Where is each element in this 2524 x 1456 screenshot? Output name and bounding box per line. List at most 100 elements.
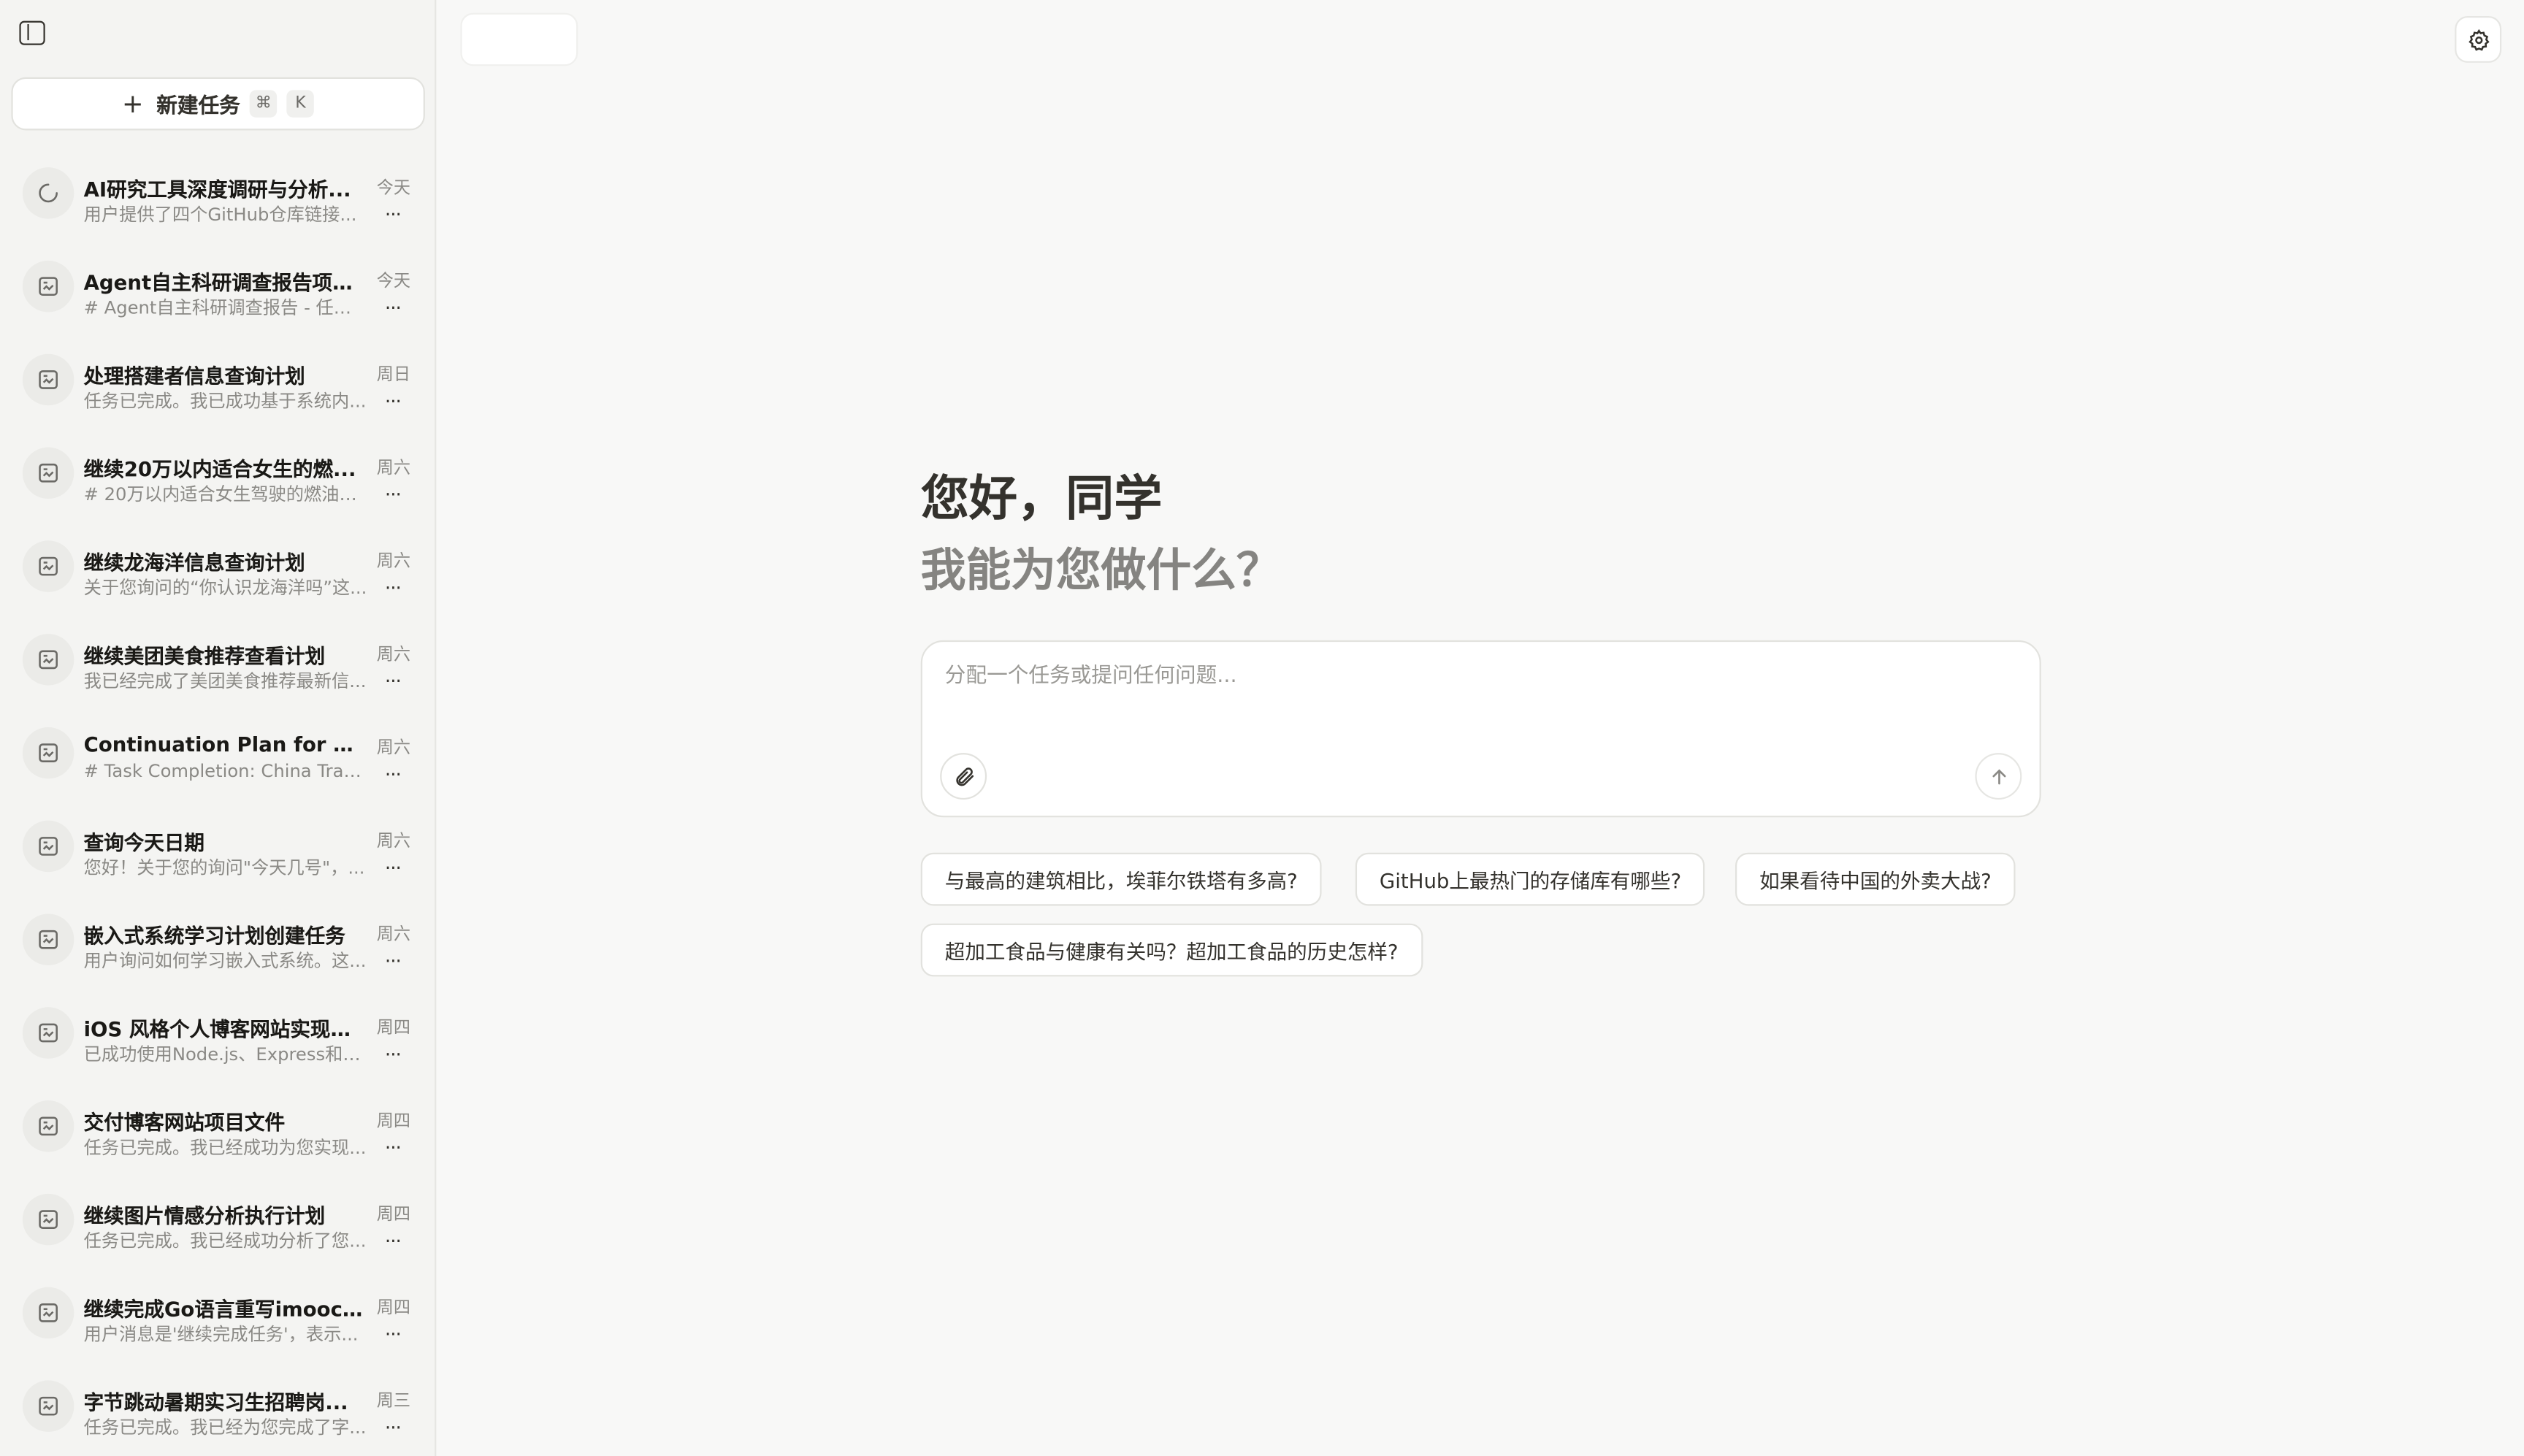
- top-placeholder-pill[interactable]: [460, 12, 578, 66]
- greeting-title: 您好，同学: [920, 471, 1163, 528]
- task-item[interactable]: 交付博客网站项目文件 任务已完成。我已经成功为您实现... 周四...: [0, 1084, 435, 1178]
- task-date: 今天: [376, 272, 411, 291]
- task-subtitle: 用户提供了四个GitHub仓库链接...: [83, 204, 357, 226]
- more-options-button[interactable]: ...: [385, 851, 402, 874]
- task-date: 周六: [376, 458, 411, 478]
- task-date: 今天: [376, 178, 411, 199]
- task-date: 周六: [376, 645, 411, 664]
- task-date: 周六: [376, 924, 411, 945]
- task-image-icon: [22, 260, 74, 313]
- task-subtitle: 任务已完成。我已经为您完成了字...: [83, 1417, 367, 1438]
- task-item[interactable]: AI研究工具深度调研与分析... 用户提供了四个GitHub仓库链接... 今天..…: [0, 151, 435, 245]
- more-options-button[interactable]: ...: [385, 1318, 402, 1341]
- task-title: 继续20万以内适合女生的燃...: [83, 456, 356, 481]
- arrow-up-icon: [1992, 768, 2005, 784]
- task-item[interactable]: Continuation Plan for Outp... # Task Comp…: [0, 711, 435, 805]
- task-date: 周四: [376, 1111, 411, 1131]
- task-image-icon: [22, 353, 74, 406]
- task-item[interactable]: 继续图片情感分析执行计划 任务已完成。我已经成功分析了您... 周四...: [0, 1178, 435, 1271]
- more-options-button[interactable]: ...: [385, 291, 402, 314]
- task-image-icon: [22, 447, 74, 499]
- task-item[interactable]: iOS 风格个人博客网站实现计... 已成功使用Node.js、Express和P…: [0, 991, 435, 1084]
- suggestion-chip-label: 与最高的建筑相比，埃菲尔铁塔有多高?: [944, 868, 1298, 893]
- task-subtitle: 任务已完成。我已经成功分析了您...: [83, 1230, 367, 1252]
- plus-icon: +: [122, 88, 144, 118]
- task-subtitle: 您好！关于您的询问"今天几号"，...: [83, 857, 365, 879]
- task-image-icon: [22, 820, 74, 873]
- more-options-button[interactable]: ...: [385, 198, 402, 221]
- task-title: iOS 风格个人博客网站实现计...: [83, 1016, 367, 1041]
- more-options-button[interactable]: ...: [385, 944, 402, 967]
- task-date: 周六: [376, 551, 411, 572]
- sidebar-toggle-icon[interactable]: [19, 20, 45, 45]
- more-options-button[interactable]: ...: [385, 385, 402, 407]
- task-date: 周四: [376, 1018, 411, 1038]
- task-subtitle: 用户消息是'继续完成任务'，表示...: [83, 1324, 359, 1345]
- shortcut-cmd-key: ⌘: [250, 90, 278, 118]
- attach-button[interactable]: [940, 753, 987, 800]
- task-date: 周四: [376, 1298, 411, 1318]
- task-title: 交付博客网站项目文件: [83, 1110, 286, 1135]
- sidebar: + 新建任务 ⌘ K AI研究工具深度调研与分析... 用户提供了四个GitHub…: [0, 0, 437, 1456]
- task-item[interactable]: 继续20万以内适合女生的燃... # 20万以内适合女生驾驶的燃油车... 周六..…: [0, 431, 435, 524]
- task-image-icon: [22, 540, 74, 592]
- suggestion-chip[interactable]: GitHub上最热门的存储库有哪些?: [1355, 852, 1706, 906]
- task-title: 继续龙海洋信息查询计划: [83, 550, 305, 575]
- task-image-icon: [22, 1193, 74, 1246]
- task-subtitle: 已成功使用Node.js、Express和P...: [83, 1043, 367, 1065]
- main-panel: 您好，同学 我能为您做什么？ 与最高的建筑相比，埃菲尔铁塔有多高? GitHub…: [438, 0, 2524, 1456]
- task-date: 周六: [376, 738, 411, 758]
- task-subtitle: # Agent自主科研调查报告 - 任务...: [83, 297, 367, 319]
- more-options-button[interactable]: ...: [385, 1038, 402, 1060]
- task-item[interactable]: 查询今天日期您好！关于您的询问"今天几号"，... 周六...: [0, 805, 435, 898]
- task-item[interactable]: 字节跳动暑期实习生招聘岗... 任务已完成。我已经为您完成了字... 周三...: [0, 1364, 435, 1456]
- gear-icon: [2468, 28, 2489, 50]
- more-options-button[interactable]: ...: [385, 664, 402, 687]
- task-subtitle: 用户询问如何学习嵌入式系统。这...: [83, 951, 367, 972]
- greeting-prompt: 我能为您做什么？: [920, 543, 1282, 597]
- task-item[interactable]: 继续完成Go语言重写imooc-... 用户消息是'继续完成任务'，表示... 周四…: [0, 1271, 435, 1365]
- task-date: 周日: [376, 365, 411, 385]
- task-image-icon: [22, 727, 74, 779]
- task-title: 查询今天日期: [83, 829, 204, 854]
- more-options-button[interactable]: ...: [385, 1411, 402, 1433]
- task-subtitle: 任务已完成。我已成功基于系统内...: [83, 391, 367, 413]
- task-item[interactable]: 处理搭建者信息查询计划任务已完成。我已成功基于系统内... 周日...: [0, 338, 435, 432]
- suggestion-chip[interactable]: 超加工食品与健康有关吗？超加工食品的历史怎样?: [920, 923, 1423, 977]
- more-options-button[interactable]: ...: [385, 571, 402, 594]
- settings-button[interactable]: [2455, 16, 2502, 63]
- more-options-button[interactable]: ...: [385, 1225, 402, 1247]
- task-title: Continuation Plan for Outp...: [83, 732, 367, 756]
- task-item[interactable]: Agent自主科研调查报告项目... # Agent自主科研调查报告 - 任务..…: [0, 245, 435, 338]
- task-image-icon: [22, 1287, 74, 1339]
- task-item[interactable]: 继续龙海洋信息查询计划 关于您询问的“你认识龙海洋吗”这... 周六...: [0, 524, 435, 618]
- task-title: 处理搭建者信息查询计划: [83, 363, 305, 388]
- task-title: 继续图片情感分析执行计划: [83, 1203, 326, 1228]
- task-subtitle: # 20万以内适合女生驾驶的燃油车...: [83, 484, 367, 505]
- task-date: 周六: [376, 832, 411, 851]
- more-options-button[interactable]: ...: [385, 1131, 402, 1154]
- task-image-icon: [22, 634, 74, 686]
- task-list: AI研究工具深度调研与分析... 用户提供了四个GitHub仓库链接... 今天..…: [0, 151, 435, 1456]
- task-subtitle: 我已经完成了美团美食推荐最新信...: [83, 670, 367, 692]
- task-image-icon: [22, 913, 74, 965]
- task-date: 周四: [376, 1205, 411, 1225]
- task-item[interactable]: 继续美团美食推荐查看计划 我已经完成了美团美食推荐最新信... 周六...: [0, 618, 435, 711]
- new-task-label: 新建任务: [156, 94, 240, 120]
- more-options-button[interactable]: ...: [385, 758, 402, 781]
- suggestion-chip[interactable]: 如果看待中国的外卖大战?: [1735, 852, 2016, 906]
- task-title: 字节跳动暑期实习生招聘岗...: [83, 1390, 348, 1414]
- suggestion-chip[interactable]: 与最高的建筑相比，埃菲尔铁塔有多高?: [920, 852, 1322, 906]
- task-title: 嵌入式系统学习计划创建任务: [83, 923, 345, 948]
- task-input-box: [920, 640, 2041, 818]
- suggestion-chip-label: 超加工食品与健康有关吗？超加工食品的历史怎样?: [944, 939, 1399, 964]
- suggestion-chip-label: GitHub上最热门的存储库有哪些?: [1379, 868, 1682, 893]
- task-subtitle: 任务已完成。我已经成功为您实现...: [83, 1137, 367, 1159]
- task-input[interactable]: [944, 658, 2008, 739]
- paperclip-icon: [955, 767, 974, 786]
- task-item[interactable]: 嵌入式系统学习计划创建任务用户询问如何学习嵌入式系统。这... 周六...: [0, 897, 435, 991]
- more-options-button[interactable]: ...: [385, 478, 402, 500]
- send-button[interactable]: [1975, 753, 2022, 800]
- new-task-button[interactable]: + 新建任务 ⌘ K: [11, 77, 425, 131]
- shortcut-k-key: K: [286, 90, 315, 118]
